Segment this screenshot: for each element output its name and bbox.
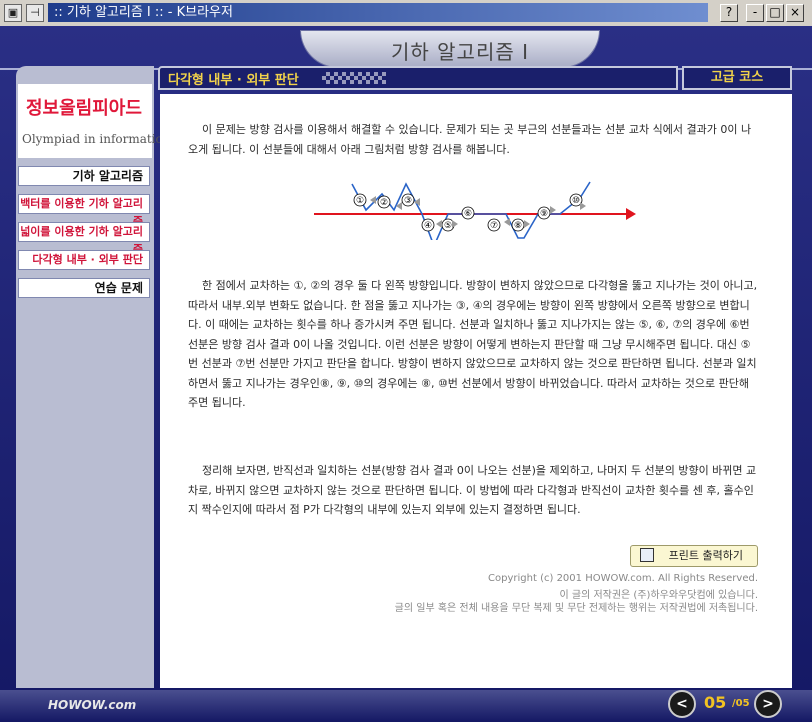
label-7-text: ⑦ <box>490 221 498 231</box>
section-title: 다각형 내부 · 외부 판단 <box>168 73 299 88</box>
paragraph-summary: 정리해 보자면, 반직선과 일치하는 선분(방향 검사 결과 0이 나오는 선분… <box>188 464 757 516</box>
page-total: /05 <box>732 698 750 709</box>
close-button[interactable]: × <box>786 4 804 22</box>
label-2-text: ② <box>380 198 388 208</box>
window-titlebar: ▣ ⊣ :: 기하 알고리즘 I :: - K브라우저 ? - □ × <box>0 0 812 27</box>
window-title: :: 기하 알고리즘 I :: - K브라우저 <box>48 3 708 22</box>
browser-app-icon[interactable]: ▣ <box>4 4 22 22</box>
label-1: ① <box>353 193 367 207</box>
paragraph-explanation: 한 점에서 교차하는 ①, ②의 경우 둘 다 왼쪽 방향입니다. 방향이 변하… <box>188 279 758 409</box>
label-6: ⑥ <box>461 206 475 220</box>
label-1-text: ① <box>356 196 364 206</box>
pin-icon[interactable]: ⊣ <box>26 4 44 22</box>
sidebar-item-vector[interactable]: 백터를 이용한 기하 알고리즘 <box>18 194 150 228</box>
label-4: ④ <box>421 218 435 232</box>
label-9: ⑨ <box>537 206 551 220</box>
label-5-text: ⑤ <box>444 221 452 231</box>
next-page-button[interactable]: > <box>754 690 782 718</box>
level-badge: 고급 코스 <box>682 66 792 90</box>
minimize-button[interactable]: - <box>746 4 764 22</box>
page-title: 기하 알고리즘 I <box>390 40 529 64</box>
label-3-text: ③ <box>404 196 412 206</box>
prev-page-button[interactable]: < <box>668 690 696 718</box>
sidebar-item-exercise[interactable]: 연습 문제 <box>18 278 150 298</box>
ray-arrowhead <box>626 208 636 220</box>
label-7: ⑦ <box>487 218 501 232</box>
label-4-text: ④ <box>424 221 432 231</box>
print-icon <box>640 548 654 562</box>
label-2: ② <box>377 195 391 209</box>
label-8-text: ⑧ <box>514 221 522 231</box>
label-10-text: ⑩ <box>572 196 580 206</box>
brand-logo: HOWOW.com <box>48 698 137 712</box>
sidebar-item-area[interactable]: 넓이를 이용한 기하 알고리즘 <box>18 222 150 256</box>
ray-crossing-diagram: ① ② ③ ④ ⑤ ⑥ ⑦ ⑧ ⑨ ⑩ <box>314 181 636 240</box>
maximize-button[interactable]: □ <box>766 4 784 22</box>
label-3: ③ <box>401 193 415 207</box>
paragraph-intro: 이 문제는 방향 검사를 이용해서 해결할 수 있습니다. 문제가 되는 곳 부… <box>188 123 752 156</box>
copyright-line-3: 글의 일부 혹은 전체 내용을 무단 복제 및 무단 전제하는 행위는 저작권법… <box>394 603 758 614</box>
help-button[interactable]: ? <box>720 4 738 22</box>
sidebar-item-geometry[interactable]: 기하 알고리즘 <box>18 166 150 186</box>
checker-pattern <box>322 72 386 84</box>
label-8: ⑧ <box>511 218 525 232</box>
copyright-line-1: Copyright (c) 2001 HOWOW.com. All Rights… <box>488 573 758 584</box>
label-6-text: ⑥ <box>464 209 472 219</box>
sidebar-item-polygon[interactable]: 다각형 내부 · 외부 판단 <box>18 250 150 270</box>
page-current: 05 <box>704 693 727 712</box>
sidebar <box>16 66 154 688</box>
logo-english: Olympiad in informatics <box>22 132 169 146</box>
label-9-text: ⑨ <box>540 209 548 219</box>
logo-korean: 정보올림피아드 <box>26 98 142 119</box>
